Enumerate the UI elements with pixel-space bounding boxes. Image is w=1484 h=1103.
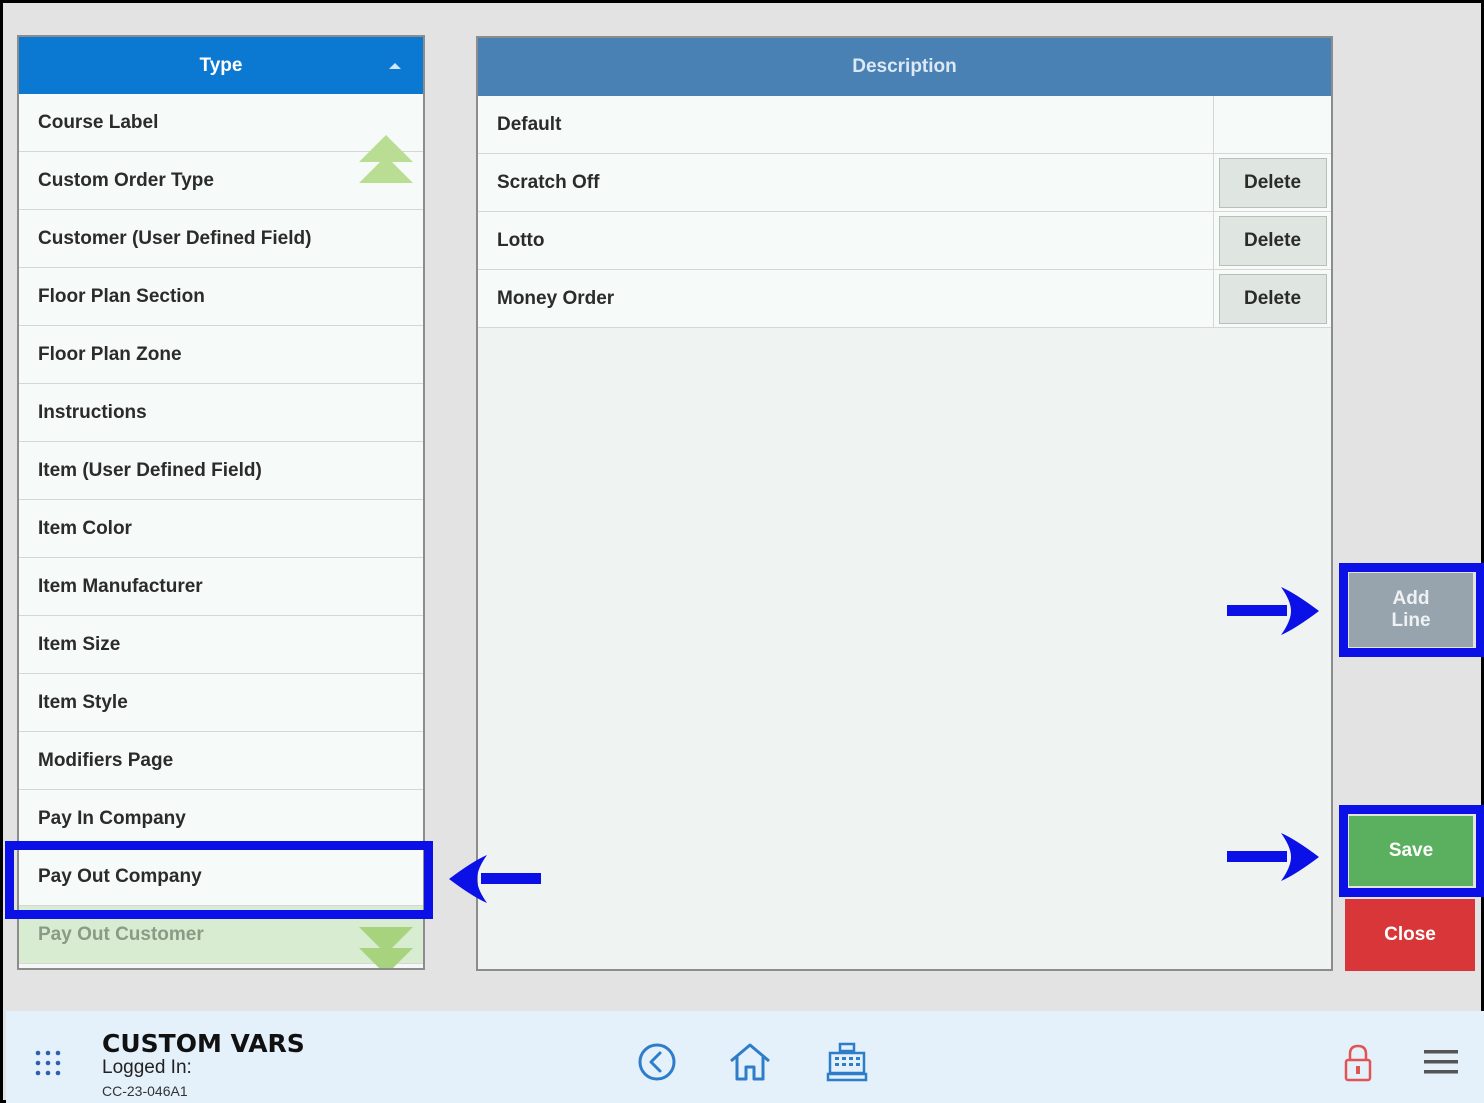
- delete-button[interactable]: Delete: [1218, 215, 1327, 266]
- delete-button[interactable]: Delete: [1218, 273, 1327, 324]
- sort-asc-icon: [389, 63, 401, 69]
- arrow-right-icon: [1227, 833, 1319, 881]
- action-cell: Delete: [1213, 154, 1331, 211]
- description-panel: Description Default Scratch Off Delete L…: [476, 36, 1333, 971]
- type-item-item-style[interactable]: Item Style: [19, 674, 423, 732]
- type-item-label: Floor Plan Zone: [38, 343, 182, 365]
- description-row[interactable]: Lotto Delete: [478, 212, 1331, 270]
- lock-icon[interactable]: [1342, 1043, 1374, 1083]
- type-list-panel: Type Course Label Custom Order Type Cust…: [17, 35, 425, 970]
- description-text[interactable]: Default: [478, 114, 1213, 136]
- type-item-label: Customer (User Defined Field): [38, 227, 312, 249]
- description-row[interactable]: Money Order Delete: [478, 270, 1331, 328]
- type-item-label: Pay Out Customer: [38, 923, 204, 945]
- description-row[interactable]: Scratch Off Delete: [478, 154, 1331, 212]
- type-item-label: Custom Order Type: [38, 169, 214, 191]
- type-item-pay-in-company[interactable]: Pay In Company: [19, 790, 423, 848]
- action-cell: [1213, 96, 1331, 153]
- type-column-header[interactable]: Type: [19, 37, 423, 94]
- type-item-customer-udf[interactable]: Customer (User Defined Field): [19, 210, 423, 268]
- description-column-header: Description: [478, 38, 1331, 96]
- arrow-right-icon: [1227, 587, 1319, 635]
- type-item-label: Item Size: [38, 633, 121, 655]
- type-item-label: Instructions: [38, 401, 147, 423]
- highlight-add-line: [1339, 563, 1484, 657]
- register-icon[interactable]: [826, 1041, 868, 1083]
- home-icon[interactable]: [728, 1041, 772, 1083]
- highlight-pay-out-company: [5, 841, 433, 919]
- type-item-modifiers-page[interactable]: Modifiers Page: [19, 732, 423, 790]
- description-text[interactable]: Lotto: [478, 230, 1213, 252]
- scroll-up-icon[interactable]: [359, 135, 413, 205]
- type-item-label: Item Style: [38, 691, 128, 713]
- bottom-bar: CUSTOM VARS Logged In: CC-23-046A1: [6, 1011, 1484, 1103]
- action-cell: Delete: [1213, 212, 1331, 269]
- action-cell: Delete: [1213, 270, 1331, 327]
- close-button[interactable]: Close: [1345, 899, 1475, 971]
- back-icon[interactable]: [636, 1041, 678, 1083]
- delete-button[interactable]: Delete: [1218, 157, 1327, 208]
- logged-in-label: Logged In:: [102, 1057, 192, 1078]
- type-item-item-udf[interactable]: Item (User Defined Field): [19, 442, 423, 500]
- type-item-label: Floor Plan Section: [38, 285, 205, 307]
- description-header-label: Description: [852, 56, 957, 77]
- arrow-left-icon: [449, 855, 541, 903]
- description-text[interactable]: Money Order: [478, 288, 1213, 310]
- station-id: CC-23-046A1: [102, 1083, 188, 1099]
- type-item-label: Pay In Company: [38, 807, 186, 829]
- type-item-floor-plan-zone[interactable]: Floor Plan Zone: [19, 326, 423, 384]
- grid-menu-icon[interactable]: [34, 1049, 62, 1077]
- description-row[interactable]: Default: [478, 96, 1331, 154]
- scroll-down-icon[interactable]: [359, 927, 413, 968]
- app-title: CUSTOM VARS: [102, 1029, 305, 1058]
- app-window: Type Course Label Custom Order Type Cust…: [0, 0, 1484, 1103]
- type-item-label: Course Label: [38, 111, 159, 133]
- type-item-label: Modifiers Page: [38, 749, 174, 771]
- type-header-label: Type: [199, 54, 243, 76]
- type-item-instructions[interactable]: Instructions: [19, 384, 423, 442]
- type-item-label: Item Manufacturer: [38, 575, 203, 597]
- hamburger-menu-icon[interactable]: [1422, 1047, 1460, 1077]
- type-item-label: Item (User Defined Field): [38, 459, 262, 481]
- type-item-item-color[interactable]: Item Color: [19, 500, 423, 558]
- highlight-save: [1339, 805, 1484, 897]
- type-item-item-manufacturer[interactable]: Item Manufacturer: [19, 558, 423, 616]
- type-item-floor-plan-section[interactable]: Floor Plan Section: [19, 268, 423, 326]
- description-text[interactable]: Scratch Off: [478, 172, 1213, 194]
- type-item-label: Item Color: [38, 517, 132, 539]
- type-item-item-size[interactable]: Item Size: [19, 616, 423, 674]
